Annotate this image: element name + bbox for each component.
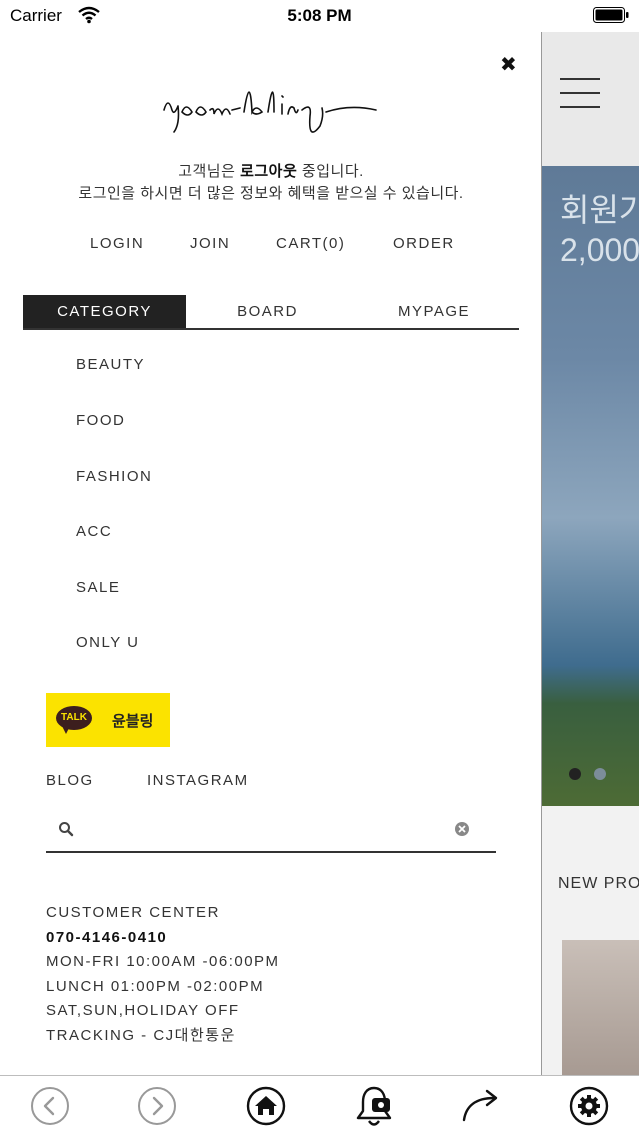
login-link[interactable]: LOGIN: [90, 235, 144, 252]
search-input[interactable]: [80, 817, 454, 847]
tab-mypage[interactable]: MYPAGE: [349, 295, 519, 328]
new-products-title: NEW PRO: [558, 875, 639, 892]
banner-line-1: 회원가: [560, 192, 639, 228]
customer-center-holiday: SAT,SUN,HOLIDAY OFF: [46, 1002, 240, 1019]
notice-line-2: 로그인을 하시면 더 많은 정보와 혜택을 받으실 수 있습니다.: [78, 185, 464, 202]
hamburger-menu-icon[interactable]: [560, 78, 600, 120]
customer-center-tracking: TRACKING - CJ대한통운: [46, 1026, 236, 1044]
category-fashion[interactable]: FASHION: [76, 468, 152, 485]
banner-text: 회원가 2,000: [560, 190, 639, 270]
clear-search-icon[interactable]: [454, 821, 470, 837]
settings-gear-icon[interactable]: [559, 1076, 619, 1136]
share-icon[interactable]: [452, 1076, 512, 1136]
customer-center: CUSTOMER CENTER 070-4146-0410 MON-FRI 10…: [46, 901, 280, 1048]
carousel-dot-active[interactable]: [569, 768, 581, 780]
customer-center-phone[interactable]: 070-4146-0410: [46, 926, 280, 951]
brand-logo[interactable]: [160, 66, 384, 150]
back-icon[interactable]: [20, 1076, 80, 1136]
side-drawer: ✖ 고객님은 로그아웃 중입니다. 로그인을 하시면 더 많은 정보와 혜택을 …: [0, 32, 542, 1075]
category-food[interactable]: FOOD: [76, 412, 125, 429]
kakaotalk-button[interactable]: TALK 윤블링: [46, 693, 170, 747]
cart-link[interactable]: CART(0): [276, 235, 345, 252]
customer-center-title: CUSTOMER CENTER: [46, 904, 220, 921]
product-thumbnail[interactable]: [562, 940, 639, 1075]
join-link[interactable]: JOIN: [190, 235, 230, 252]
search-icon: [59, 822, 74, 837]
battery-icon: [593, 7, 629, 23]
status-bar: Carrier 5:08 PM: [0, 0, 639, 32]
tab-category[interactable]: CATEGORY: [23, 295, 186, 328]
carousel-dot[interactable]: [594, 768, 606, 780]
notice-prefix: 고객님은: [178, 163, 241, 180]
clock: 5:08 PM: [287, 6, 352, 25]
category-beauty[interactable]: BEAUTY: [76, 356, 145, 373]
bottom-toolbar: [0, 1075, 639, 1137]
customer-center-hours: MON-FRI 10:00AM -06:00PM: [46, 953, 280, 970]
search-box: [46, 811, 496, 853]
kakaotalk-label: 윤블링: [112, 713, 154, 730]
order-link[interactable]: ORDER: [393, 235, 455, 252]
tab-board[interactable]: BOARD: [186, 295, 349, 328]
drawer-tabs: CATEGORY BOARD MYPAGE: [23, 295, 519, 330]
notification-bell-icon[interactable]: [344, 1076, 404, 1136]
notice-status: 로그아웃: [240, 163, 298, 180]
login-notice: 고객님은 로그아웃 중입니다. 로그인을 하시면 더 많은 정보와 혜택을 받으…: [0, 161, 542, 205]
forward-icon[interactable]: [127, 1076, 187, 1136]
background-header: [542, 32, 639, 166]
category-sale[interactable]: SALE: [76, 579, 120, 596]
banner-line-2: 2,000: [560, 232, 639, 268]
customer-center-lunch: LUNCH 01:00PM -02:00PM: [46, 977, 265, 995]
blog-link[interactable]: BLOG: [46, 772, 94, 789]
home-icon[interactable]: [236, 1076, 296, 1136]
drawer-divider: [541, 32, 542, 1075]
close-icon[interactable]: ✖: [500, 52, 517, 77]
category-only-u[interactable]: ONLY U: [76, 634, 139, 651]
instagram-link[interactable]: INSTAGRAM: [147, 772, 249, 789]
category-acc[interactable]: ACC: [76, 523, 112, 540]
notice-suffix: 중입니다.: [297, 163, 364, 180]
background-page: 회원가 2,000 NEW PRO: [542, 32, 639, 1075]
